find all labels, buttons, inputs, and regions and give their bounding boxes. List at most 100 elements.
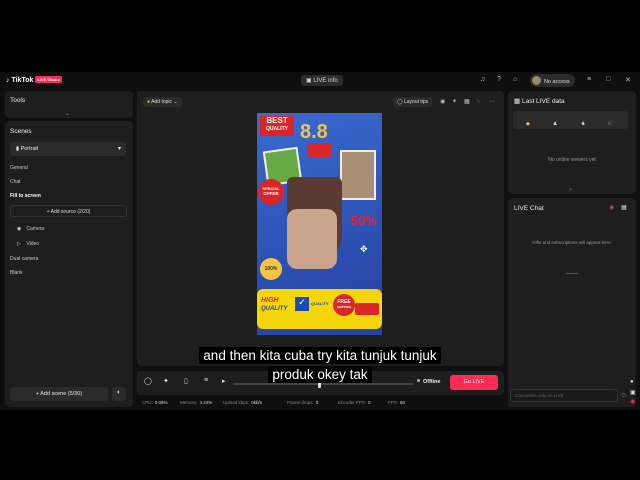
palette-icon[interactable]: ◐ [112, 387, 126, 401]
last-live-title-text: Last LIVE data [521, 98, 565, 105]
last-live-panel [508, 91, 636, 194]
scenes-title: Scenes [10, 128, 32, 135]
live-chat-panel [508, 198, 636, 407]
help-icon[interactable]: ? [497, 76, 501, 83]
source-video[interactable]: ▷ Video [17, 241, 39, 247]
stat-label: FPS: [388, 400, 399, 405]
stat-label: Frame drops: [287, 400, 314, 405]
source-camera[interactable]: ◉ Camera [17, 226, 44, 232]
last-live-title: ▦ Last LIVE data [514, 97, 565, 105]
add-source-button[interactable]: + Add source (2/20) [10, 205, 127, 217]
video-icon: ▷ [17, 241, 21, 247]
stat-viewers-value: - [553, 121, 555, 127]
product-photo-2 [340, 150, 376, 200]
stat-value: 0kb/s [251, 400, 263, 405]
popout-icon[interactable]: ▦ [621, 204, 627, 211]
stat-value: 0 [368, 400, 371, 405]
chevron-down-icon[interactable]: ⌄ [568, 185, 573, 192]
scene-chat[interactable]: Chat [10, 179, 21, 185]
scene-general[interactable]: General [10, 165, 28, 171]
portrait-icon: ▮ [16, 146, 20, 152]
scene-fill-to-screen[interactable]: Fill to screen [10, 193, 41, 199]
quality-text: QUALITY [266, 126, 288, 132]
emoji-icon[interactable]: ☺ [620, 392, 627, 399]
orientation-value: Portrait [20, 146, 39, 152]
add-topic-button[interactable]: ● Add topic ⌄ [143, 97, 182, 107]
caption-line-2: produk okey tak [150, 365, 490, 384]
scene-blank[interactable]: Blank [10, 270, 23, 276]
stat-label: CPU: [142, 400, 153, 405]
move-cursor-icon: ✥ [360, 244, 368, 254]
tools-title: Tools [10, 97, 26, 104]
source-camera-label: Camera [26, 226, 45, 232]
scene-dual-camera[interactable]: Dual camera [10, 256, 38, 262]
stat-memory: Memory: 3.24% [180, 400, 212, 405]
edge-camera-icon[interactable]: ▣ [630, 389, 636, 396]
best-badge: BEST QUALITY [260, 116, 294, 136]
resize-handle[interactable] [566, 273, 578, 274]
layout-icon[interactable]: ▦ [464, 98, 470, 105]
restore-icon[interactable]: □ [606, 76, 610, 83]
record-icon[interactable]: ◉ [440, 98, 445, 105]
check-icon: ✓ [295, 297, 309, 311]
chevron-down-icon: ⌄ [173, 99, 178, 105]
home-icon[interactable]: ⌂ [513, 76, 517, 83]
stat-diamonds-value: - [526, 121, 528, 127]
layout-tips-button[interactable]: ◯ Layout tips [393, 97, 433, 107]
chat-empty-text: Gifts and subscriptions will appear here… [532, 240, 612, 245]
guarantee-seal: 100% [260, 258, 282, 280]
bell-icon[interactable]: ♫ [480, 76, 485, 83]
layout-tips-label: Layout tips [404, 99, 429, 105]
add-scene-button[interactable]: + Add scene (5/30) [10, 387, 108, 401]
stat-value: 0.06% [154, 400, 168, 405]
close-icon[interactable]: ✕ [625, 76, 631, 84]
stat-label: Encoder FPS: [338, 400, 367, 405]
stat-label: Memory: [180, 400, 198, 405]
live-stats-row: ◆ - ♟ - ♞ - ♡ - [513, 111, 628, 129]
quality2-text: QUALITY [261, 306, 288, 312]
edge-record-icon[interactable]: ◉ [630, 398, 635, 405]
live-chat-title: LIVE Chat [514, 205, 544, 212]
live-info-button[interactable]: ▣ LIVE info [301, 75, 343, 86]
effects-icon[interactable]: ✦ [452, 98, 457, 105]
stat-cpu: CPU: 0.06% [142, 400, 168, 405]
stat-fps: FPS: 60 [388, 400, 405, 405]
preview-canvas[interactable]: BEST QUALITY 8.8 SPECIAL OFFER 50% 100% … [257, 113, 382, 335]
chat-input[interactable]: Comments only on LIVE [510, 389, 618, 402]
best-text: BEST [266, 116, 288, 125]
gift-box [307, 143, 332, 157]
bulb-icon: ◯ [397, 99, 403, 105]
stat-upload: Upload kbps: 0kb/s [223, 400, 262, 405]
stat-frame-drops: Frame drops: 0 [287, 400, 318, 405]
quality-guarantee-text: QUALITY [311, 301, 329, 306]
pen-icon[interactable]: ✎ [476, 98, 481, 105]
add-topic-label: Add topic [151, 99, 173, 105]
account-button[interactable]: No access [530, 74, 575, 87]
promo-strip: HIGH QUALITY ✓ QUALITY FREE SHIPPING [257, 289, 382, 329]
chat-input-placeholder: Comments only on LIVE [515, 393, 564, 398]
edge-avatar-icon[interactable]: ● [630, 379, 634, 385]
scenes-panel [5, 121, 133, 407]
add-source-label: Add source (2/20) [50, 209, 91, 215]
stat-encoder-fps: Encoder FPS: 0 [338, 400, 371, 405]
big-sale-text: 8.8 [300, 121, 328, 143]
more-icon[interactable]: ⋯ [489, 98, 495, 105]
access-label: No access [544, 79, 570, 85]
menu-icon[interactable]: ≡ [587, 76, 591, 83]
chevron-down-icon[interactable]: ⌄ [65, 110, 70, 117]
title-bar: ♪ TikTok LIVE Studio ▣ LIVE info ♫ ? ⌂ No… [0, 72, 640, 89]
camera-icon: ◉ [17, 226, 22, 232]
grid-icon: ▦ [514, 98, 521, 105]
live-info-label: LIVE info [313, 78, 338, 84]
orientation-dropdown[interactable]: ▮ Portrait ▾ [10, 142, 126, 156]
high-text: HIGH [261, 297, 279, 304]
stat-label: Upload kbps: [223, 400, 250, 405]
truck-icon [355, 303, 379, 315]
add-scene-label: Add scene (5/30) [40, 391, 83, 397]
filter-icon[interactable]: ◉ [609, 204, 614, 211]
shipping-text: SHIPPING [336, 305, 352, 309]
stat-new-followers-value: - [581, 121, 583, 127]
offer-text: OFFER [263, 191, 279, 196]
free-shipping-badge: FREE SHIPPING [333, 294, 355, 316]
avatar [532, 76, 541, 85]
